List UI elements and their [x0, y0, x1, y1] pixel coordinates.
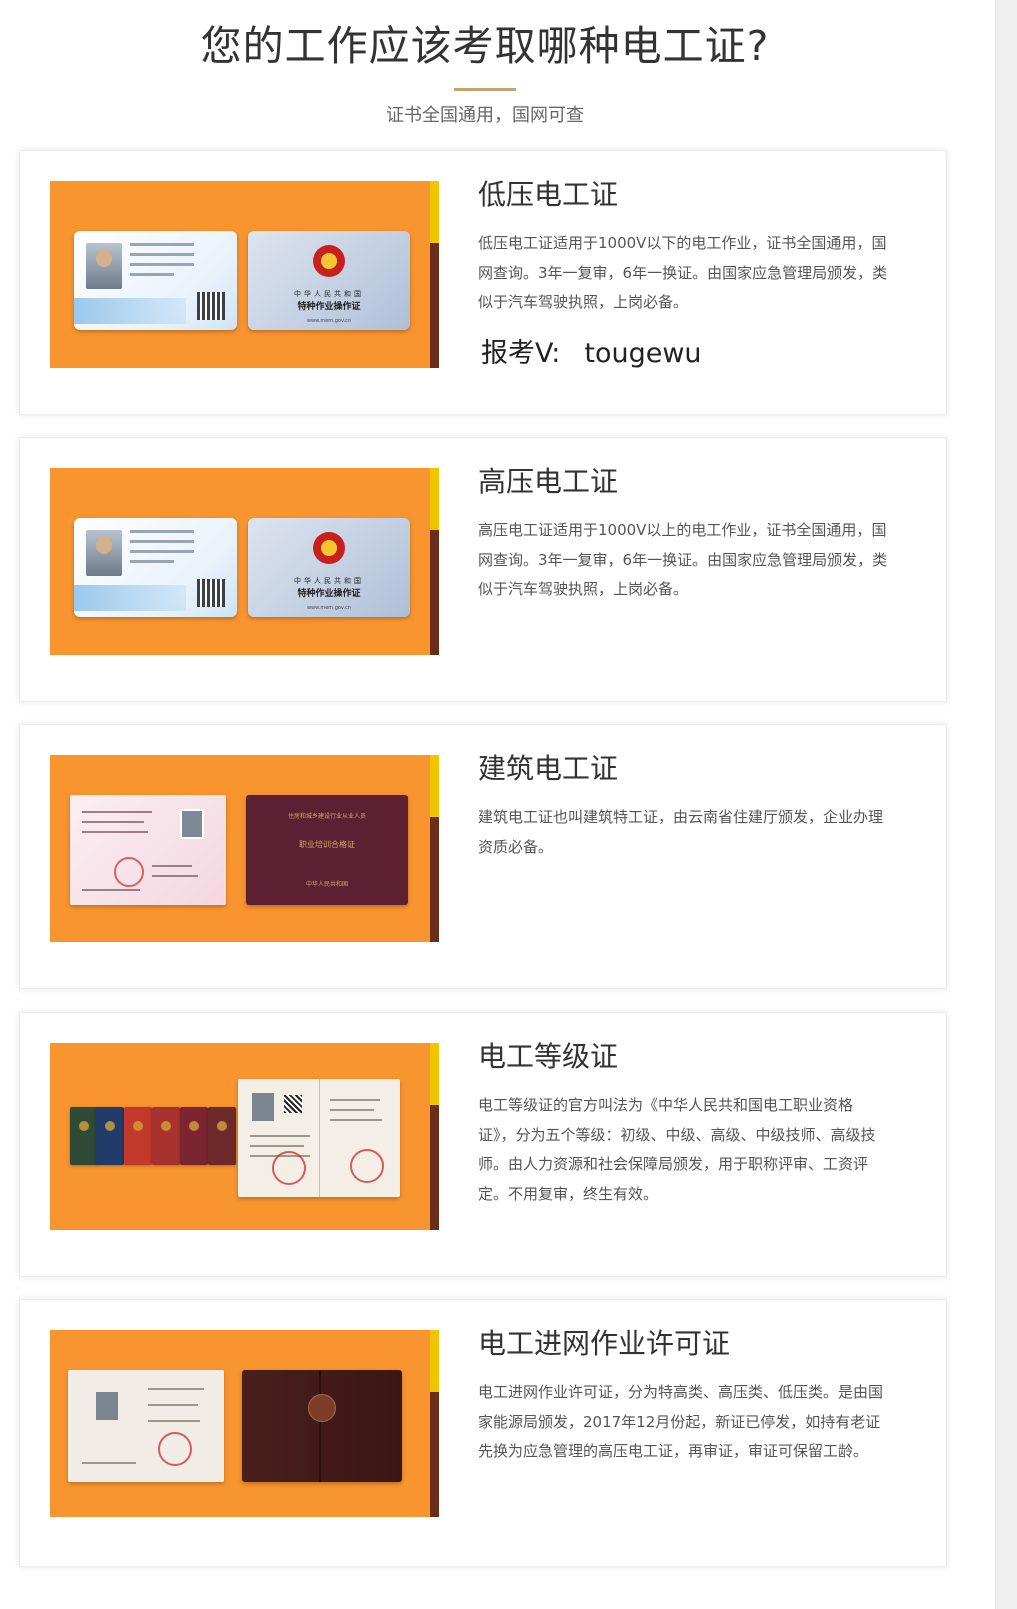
seal-stamp-icon — [272, 1151, 306, 1185]
certificate-card-construction[interactable]: 住房和城乡建设行业从业人员 职业培训合格证 中华人民共和国 建筑电工证 建筑电工… — [19, 724, 947, 989]
card-description: 电工进网作业许可证，分为特高类、高压类、低压类。是由国家能源局颁发，2017年1… — [478, 1383, 884, 1460]
page-title: 您的工作应该考取哪种电工证? — [200, 22, 770, 70]
qr-code-icon — [197, 579, 225, 607]
training-certificate-cover: 住房和城乡建设行业从业人员 职业培训合格证 中华人民共和国 — [246, 795, 408, 905]
booklet-brown — [208, 1107, 236, 1165]
portrait-photo — [252, 1093, 274, 1121]
page-header: 您的工作应该考取哪种电工证? 证书全国通用，国网可查 — [0, 0, 970, 127]
training-certificate-page — [70, 795, 226, 905]
card-description: 电工等级证的官方叫法为《中华人民共和国电工职业资格证》，分为五个等级：初级、中级… — [478, 1096, 876, 1203]
national-emblem-icon — [313, 245, 345, 277]
license-card-front — [74, 518, 237, 617]
card-title: 电工进网作业许可证 — [478, 1327, 731, 1360]
contact-wechat-id[interactable]: tougewu — [584, 338, 701, 369]
contact-label: 报考V: — [481, 338, 561, 369]
national-emblem-icon — [308, 1394, 336, 1422]
license-card-back: 中华人民共和国 特种作业操作证 www.mem.gov.cn — [248, 518, 410, 617]
portrait-photo — [86, 530, 122, 576]
scrollbar-track[interactable] — [995, 0, 1017, 1609]
certificate-card-grade[interactable]: 电工等级证 电工等级证的官方叫法为《中华人民共和国电工职业资格证》，分为五个等级… — [19, 1012, 947, 1277]
license-card-front — [74, 231, 237, 330]
certificate-image: 中华人民共和国 特种作业操作证 www.mem.gov.cn — [50, 181, 439, 368]
certificate-image: 住房和城乡建设行业从业人员 职业培训合格证 中华人民共和国 — [50, 755, 439, 942]
national-emblem-icon — [313, 532, 345, 564]
qr-code-icon — [284, 1095, 302, 1113]
booklet-red — [124, 1107, 152, 1165]
card-description: 低压电工证适用于1000V以下的电工作业，证书全国通用，国网查询。3年一复审，6… — [478, 234, 888, 311]
booklet-maroon — [180, 1107, 208, 1165]
contact-line: 报考V: tougewu — [481, 337, 702, 371]
license-card-back: 中华人民共和国 特种作业操作证 www.mem.gov.cn — [248, 231, 410, 330]
booklet-blue — [96, 1107, 124, 1165]
booklet-green — [70, 1107, 98, 1165]
page-subtitle: 证书全国通用，国网可查 — [386, 105, 584, 126]
booklet-crimson — [152, 1107, 180, 1165]
grade-certificate-open — [238, 1079, 400, 1197]
seal-stamp-icon — [350, 1149, 384, 1183]
card-title: 低压电工证 — [478, 178, 619, 211]
certificate-image — [50, 1043, 439, 1230]
card-description: 高压电工证适用于1000V以上的电工作业，证书全国通用，国网查询。3年一复审，6… — [478, 521, 888, 598]
certificate-card-low-voltage[interactable]: 中华人民共和国 特种作业操作证 www.mem.gov.cn 低压电工证 低压电… — [19, 150, 947, 415]
qr-code-icon — [197, 292, 225, 320]
certificate-card-grid-permit[interactable]: 电工进网作业许可证 电工进网作业许可证，分为特高类、高压类、低压类。是由国家能源… — [19, 1299, 947, 1567]
portrait-photo — [96, 1392, 118, 1420]
seal-stamp-icon — [114, 857, 144, 887]
seal-stamp-icon — [158, 1432, 192, 1466]
portrait-photo — [180, 809, 204, 839]
card-title: 建筑电工证 — [478, 752, 619, 785]
permit-open-page — [68, 1370, 224, 1482]
certificate-card-high-voltage[interactable]: 中华人民共和国 特种作业操作证 www.mem.gov.cn 高压电工证 高压电… — [19, 437, 947, 702]
certificate-image — [50, 1330, 439, 1517]
title-divider — [454, 88, 516, 91]
certificate-image: 中华人民共和国 特种作业操作证 www.mem.gov.cn — [50, 468, 439, 655]
card-title: 高压电工证 — [478, 465, 619, 498]
permit-cover — [242, 1370, 402, 1482]
card-description: 建筑电工证也叫建筑特工证，由云南省住建厅颁发，企业办理资质必备。 — [478, 808, 884, 856]
card-title: 电工等级证 — [478, 1040, 619, 1073]
portrait-photo — [86, 243, 122, 289]
